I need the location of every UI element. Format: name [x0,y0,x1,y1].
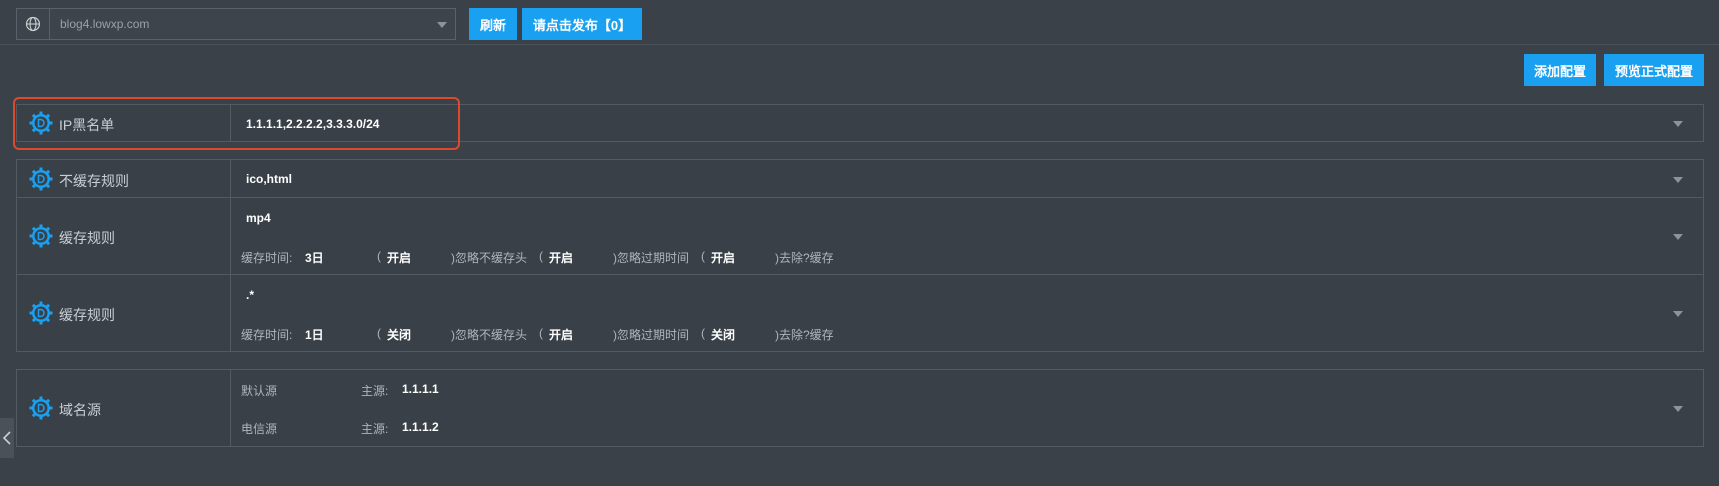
chevron-down-icon[interactable] [1673,311,1683,317]
domain-value: blog4.lowxp.com [60,17,150,31]
preview-config-button[interactable]: 预览正式配置 [1604,54,1704,86]
strip-query-label: )去除?缓存 [775,251,834,265]
cache-time-value: 1日 [305,328,324,342]
paren-open: ( [701,326,705,340]
cache-time-label: 缓存时间: [241,251,293,265]
row-value: mp4 [246,211,271,225]
ignore-nocache-value[interactable]: 关闭 [387,326,411,343]
row-value: ico,html [246,172,293,186]
paren-open: ( [539,249,543,263]
refresh-button[interactable]: 刷新 [469,8,517,40]
ignore-expire-value[interactable]: 开启 [549,249,573,266]
row-label-cell: 缓存规则 [17,275,231,351]
ignore-expire-label: )忽略过期时间 [613,328,689,342]
globe-icon [17,9,50,39]
ignore-nocache-value[interactable]: 开启 [387,249,411,266]
row-label: 缓存规则 [59,307,115,323]
cache-time-value: 3日 [305,251,324,265]
gear-d-icon [29,301,53,325]
strip-query-label: )去除?缓存 [775,328,834,342]
row-label: 缓存规则 [59,230,115,246]
ignore-nocache-label: )忽略不缓存头 [451,328,527,342]
row-label: 域名源 [59,402,101,418]
chevron-down-icon[interactable] [1673,176,1683,183]
strip-query-value[interactable]: 关闭 [711,326,735,343]
row-label: 不缓存规则 [59,172,129,189]
row-label-cell: 域名源 [17,370,231,446]
chevron-down-icon[interactable] [1673,406,1683,412]
row-label-cell: 不缓存规则 [17,160,231,197]
publish-button[interactable]: 请点击发布【0】 [522,8,642,40]
domain-select[interactable]: blog4.lowxp.com [16,8,456,40]
paren-open: ( [701,249,705,263]
config-row-cache-rule[interactable]: 缓存规则 .* 缓存时间: 1日 ( 关闭 )忽略不缓存头 ( 开启 )忽略过期… [16,274,1704,352]
strip-query-value[interactable]: 开启 [711,249,735,266]
source-name: 电信源 [241,422,278,436]
source-name: 默认源 [241,384,278,398]
paren-open: ( [377,249,381,263]
chevron-left-icon [2,431,11,445]
gear-d-icon [29,224,53,248]
config-row-no-cache[interactable]: 不缓存规则 ico,html [16,159,1704,198]
paren-open: ( [377,326,381,340]
main-source-ip: 1.1.1.2 [402,420,439,434]
add-config-button[interactable]: 添加配置 [1524,54,1596,86]
main-source-ip: 1.1.1.1 [402,382,439,396]
row-value: .* [246,288,255,302]
sidebar-toggle[interactable] [0,418,14,458]
ignore-nocache-label: )忽略不缓存头 [451,251,527,265]
chevron-down-icon[interactable] [1673,121,1683,127]
paren-open: ( [539,326,543,340]
ignore-expire-label: )忽略过期时间 [613,251,689,265]
row-label-cell: 缓存规则 [17,198,231,274]
ignore-expire-value[interactable]: 开启 [549,326,573,343]
main-source-label: 主源: [361,384,389,398]
gear-d-icon [29,396,53,420]
top-bar: blog4.lowxp.com 刷新 请点击发布【0】 [0,0,1719,45]
cache-time-label: 缓存时间: [241,328,293,342]
gear-d-icon [29,167,53,190]
highlight-box [13,97,460,150]
config-row-cache-rule[interactable]: 缓存规则 mp4 缓存时间: 3日 ( 开启 )忽略不缓存头 ( 开启 )忽略过… [16,197,1704,275]
chevron-down-icon [437,22,447,28]
main-source-label: 主源: [361,422,389,436]
chevron-down-icon[interactable] [1673,234,1683,240]
config-row-origin[interactable]: 域名源 默认源 主源: 1.1.1.1 电信源 主源: 1.1.1.2 [16,369,1704,447]
